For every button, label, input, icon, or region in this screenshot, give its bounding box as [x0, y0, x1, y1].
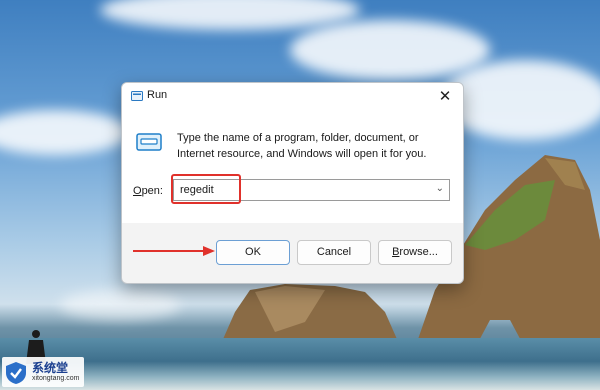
- dialog-title: Run: [147, 89, 168, 101]
- cloud: [60, 290, 180, 320]
- watermark-logo: 系统堂 xitongtang.com: [2, 357, 84, 387]
- chevron-down-icon[interactable]: ⌄: [436, 183, 444, 194]
- cancel-button[interactable]: Cancel: [297, 240, 371, 265]
- browse-label-rest: rowse...: [399, 246, 438, 258]
- input-highlight-annotation: [171, 174, 241, 204]
- open-label: Open:: [133, 185, 163, 197]
- arrow-icon: [133, 246, 215, 256]
- close-icon: ✕: [438, 88, 452, 105]
- dialog-description: Type the name of a program, folder, docu…: [177, 132, 427, 160]
- title-bar[interactable]: Run ✕: [122, 83, 463, 111]
- cloud: [100, 0, 360, 30]
- cloud: [0, 110, 130, 155]
- browse-button[interactable]: Browse...: [378, 240, 452, 265]
- run-app-icon: [131, 91, 143, 101]
- run-program-icon: [136, 133, 162, 151]
- ok-button[interactable]: OK: [216, 240, 290, 265]
- shield-logo-icon: [6, 362, 26, 384]
- sea: [0, 338, 600, 390]
- cloud: [440, 60, 600, 140]
- watermark-url: xitongtang.com: [32, 375, 80, 382]
- close-button[interactable]: ✕: [435, 87, 455, 107]
- cloud: [290, 20, 490, 80]
- open-label-mnemonic: O: [133, 185, 142, 197]
- dialog-content: Type the name of a program, folder, docu…: [122, 111, 463, 223]
- open-label-rest: pen:: [141, 185, 163, 197]
- watermark-brand: 系统堂: [32, 361, 69, 375]
